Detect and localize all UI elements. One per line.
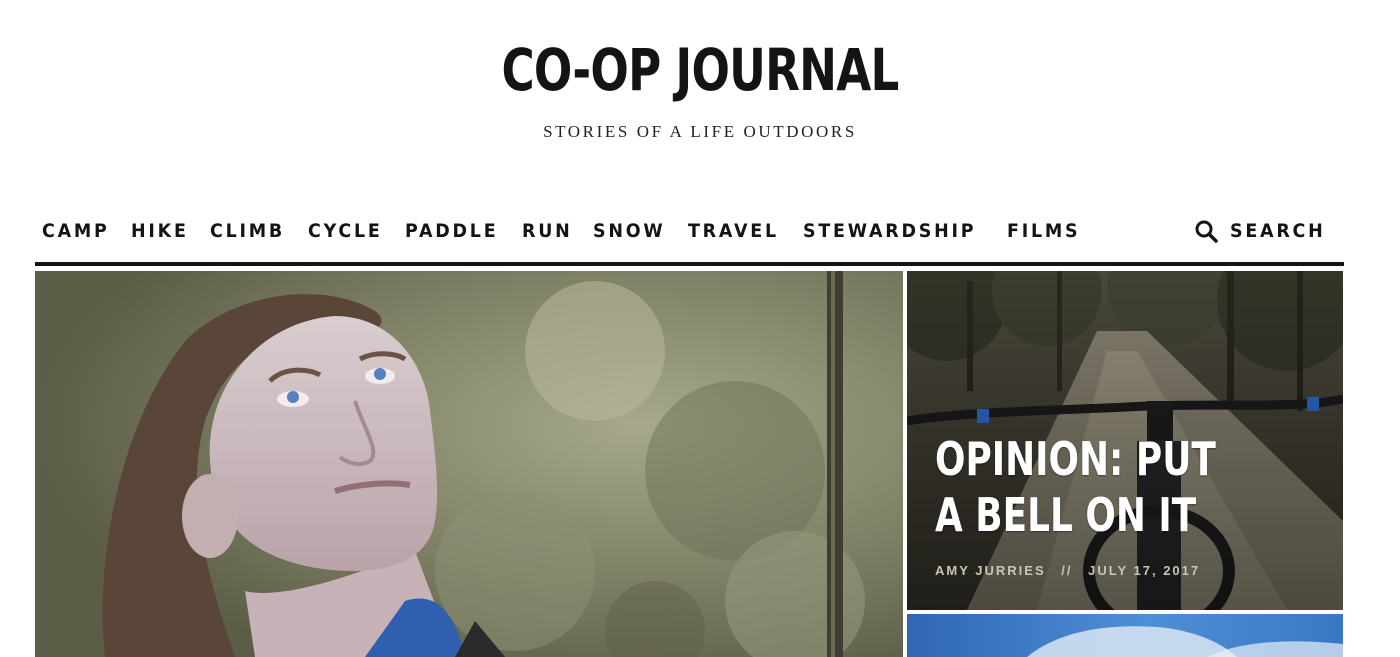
search-button[interactable]: SEARCH: [1194, 210, 1334, 252]
nav-divider: [35, 262, 1344, 266]
nav-item-cycle[interactable]: CYCLE: [308, 220, 383, 242]
search-label: SEARCH: [1230, 220, 1326, 242]
nav-item-climb[interactable]: CLIMB: [210, 220, 285, 242]
sky-photo: [907, 614, 1343, 657]
feature-side-article[interactable]: OPINION: PUT A BELL ON IT AMY JURRIES //…: [907, 271, 1343, 610]
nav-item-stewardship[interactable]: STEWARDSHIP: [803, 220, 976, 242]
meta-separator: //: [1061, 563, 1073, 578]
nav-item-run[interactable]: RUN: [522, 220, 573, 242]
site-title[interactable]: CO-OP JOURNAL: [154, 28, 1246, 112]
masthead: CO-OP JOURNAL STORIES OF A LIFE OUTDOORS: [0, 0, 1400, 190]
nav-item-camp[interactable]: CAMP: [42, 220, 110, 242]
nav-list: CAMP HIKE CLIMB CYCLE PADDLE RUN SNOW TR…: [42, 210, 1103, 252]
nav-item-hike[interactable]: HIKE: [131, 220, 189, 242]
site-tagline: STORIES OF A LIFE OUTDOORS: [543, 122, 857, 141]
feature-side-article-2[interactable]: [907, 614, 1343, 657]
article-author[interactable]: AMY JURRIES: [935, 563, 1046, 578]
nav-item-travel[interactable]: TRAVEL: [688, 220, 779, 242]
article-date: JULY 17, 2017: [1088, 563, 1201, 578]
feature-main[interactable]: [35, 271, 903, 657]
article-meta: AMY JURRIES // JULY 17, 2017: [935, 563, 1200, 578]
main-nav: CAMP HIKE CLIMB CYCLE PADDLE RUN SNOW TR…: [35, 210, 1344, 252]
nav-item-films[interactable]: FILMS: [1007, 220, 1080, 242]
article-headline[interactable]: OPINION: PUT A BELL ON IT: [935, 431, 1216, 543]
search-icon: [1194, 219, 1218, 243]
woman-looking-up-photo: [35, 271, 903, 657]
nav-item-snow[interactable]: SNOW: [593, 220, 665, 242]
nav-item-paddle[interactable]: PADDLE: [405, 220, 498, 242]
